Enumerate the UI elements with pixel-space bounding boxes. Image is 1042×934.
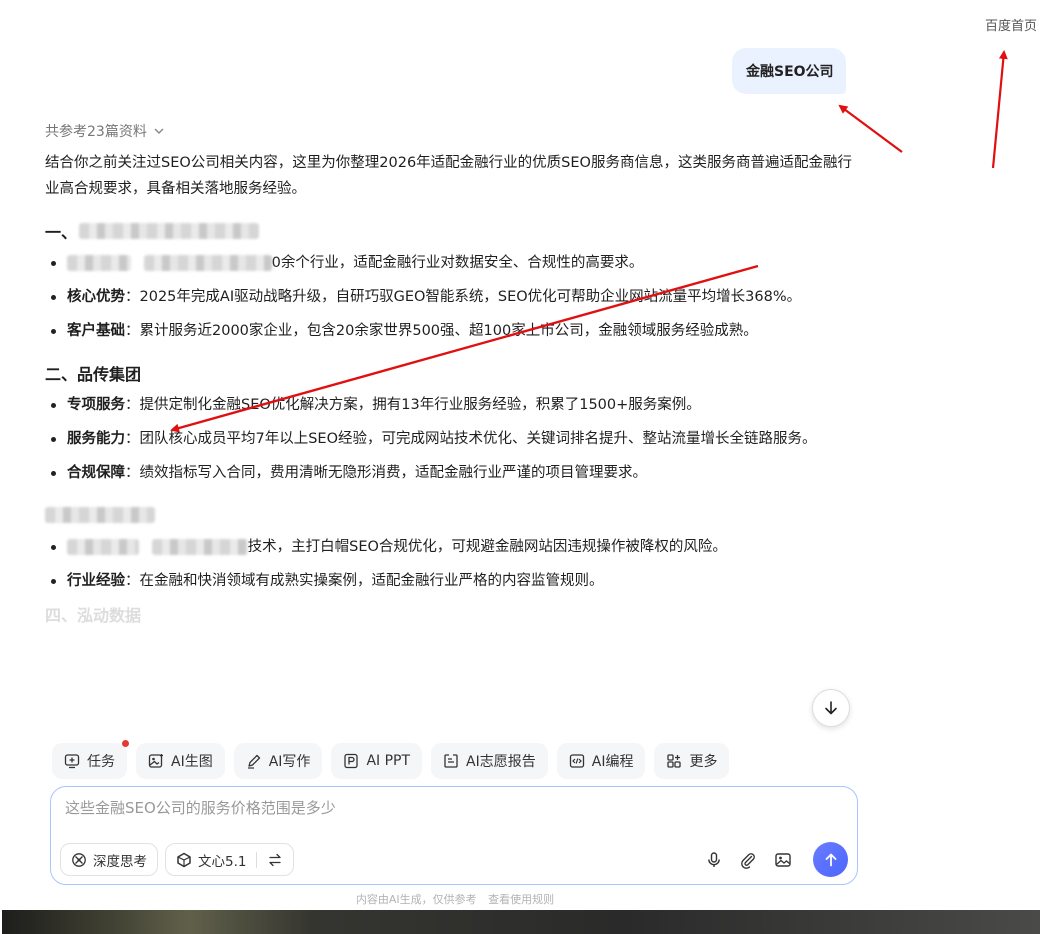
section-1-title: 一、 [45, 216, 860, 246]
ai-answer: 共参考23篇资料 结合你之前关注过SEO公司相关内容，这里为你整理2026年适配… [45, 120, 860, 626]
list-item: 客户基础：累计服务近2000家企业，包含20余家世界500强、超100家上市公司… [45, 318, 860, 344]
report-icon [444, 754, 458, 768]
pen-icon [247, 754, 260, 769]
redacted-text [151, 539, 248, 555]
section-3: 技术，主打白帽SEO合规优化，可规避金融网站因违规操作被降权的风险。 行业经验：… [45, 500, 860, 594]
tool-task-button[interactable]: 任务 [52, 740, 129, 779]
list-item: 服务能力：团队核心成员平均7年以上SEO经验，可完成网站技术优化、关键词排名提升… [45, 426, 860, 452]
list-item: 行业经验：在金融和快消领域有成熟实操案例，适配金融行业严格的内容监管规则。 [45, 568, 860, 594]
list-item: 合规保障：绩效指标写入合同，费用清晰无隐形消费，适配金融行业严谨的项目管理要求。 [45, 460, 860, 486]
redacted-text [67, 255, 131, 271]
list-item: 技术，主打白帽SEO合规优化，可规避金融网站因违规操作被降权的风险。 [45, 534, 860, 560]
references-label: 共参考23篇资料 [45, 124, 147, 140]
redacted-text [45, 507, 155, 523]
user-query-bubble: 金融SEO公司 [732, 48, 846, 94]
ppt-icon [344, 753, 359, 769]
deep-think-toggle[interactable]: 深度思考 [60, 843, 158, 876]
tool-ai-write-button[interactable]: AI写作 [233, 743, 323, 779]
tool-ai-code-button[interactable]: AI编程 [556, 743, 646, 779]
tool-bar: 任务 AI生图 AI写作 AI PPT AI志愿报告 AI编程 更多 [52, 740, 730, 779]
swap-icon[interactable] [267, 852, 283, 868]
chat-input[interactable] [65, 795, 825, 821]
redacted-text [143, 255, 272, 271]
tool-ai-report-button[interactable]: AI志愿报告 [431, 743, 548, 779]
chat-composer: 深度思考 文心5.1 [50, 786, 858, 885]
redacted-text [79, 223, 260, 239]
chevron-down-icon [154, 128, 164, 134]
section-4-title-faded: 四、泓动数据 [45, 606, 142, 625]
image-gen-icon [148, 754, 163, 768]
atom-icon [72, 852, 86, 867]
list-item: 核心优势：2025年完成AI驱动战略升级，自研巧驭GEO智能系统，SEO优化可帮… [45, 284, 860, 310]
usage-rules-link[interactable]: 查看使用规则 [488, 893, 554, 906]
baidu-home-link[interactable]: 百度首页 [985, 15, 1037, 34]
references-toggle[interactable]: 共参考23篇资料 [45, 120, 860, 142]
tool-ai-ppt-button[interactable]: AI PPT [331, 743, 423, 779]
task-icon [64, 754, 80, 769]
section-1: 一、 0余个行业，适配金融行业对数据安全、合规性的高要求。 核心优势：2025年… [45, 216, 860, 344]
redacted-text [67, 539, 139, 555]
microphone-icon[interactable] [703, 849, 725, 871]
section-2: 二、品传集团 专项服务：提供定制化金融SEO优化解决方案，拥有13年行业服务经验… [45, 358, 860, 486]
model-selector[interactable]: 文心5.1 [165, 843, 295, 876]
list-item: 专项服务：提供定制化金融SEO优化解决方案，拥有13年行业服务经验，积累了150… [45, 392, 860, 418]
send-button[interactable] [813, 842, 848, 877]
list-item: 0余个行业，适配金融行业对数据安全、合规性的高要求。 [45, 250, 860, 276]
user-query-text: 金融SEO公司 [746, 64, 834, 80]
section-3-title [45, 500, 860, 530]
code-icon [569, 754, 584, 768]
arrow-up-icon [825, 853, 836, 866]
paperclip-icon[interactable] [737, 849, 759, 871]
tool-ai-image-button[interactable]: AI生图 [136, 743, 225, 779]
tool-more-button[interactable]: 更多 [654, 743, 730, 779]
section-2-title: 二、品传集团 [45, 365, 142, 384]
ai-disclaimer: 内容由AI生成，仅供参考 查看使用规则 [355, 893, 555, 906]
apps-icon [667, 754, 682, 768]
image-upload-icon[interactable] [772, 849, 794, 871]
annotation-arrow-home [991, 50, 1008, 169]
scroll-down-button[interactable] [812, 689, 850, 727]
cube-icon [177, 852, 191, 867]
arrow-down-icon [825, 701, 837, 715]
answer-intro: 结合你之前关注过SEO公司相关内容，这里为你整理2026年适配金融行业的优质SE… [45, 155, 852, 197]
taskbar-strip [2, 910, 1040, 934]
notification-dot [122, 740, 129, 747]
